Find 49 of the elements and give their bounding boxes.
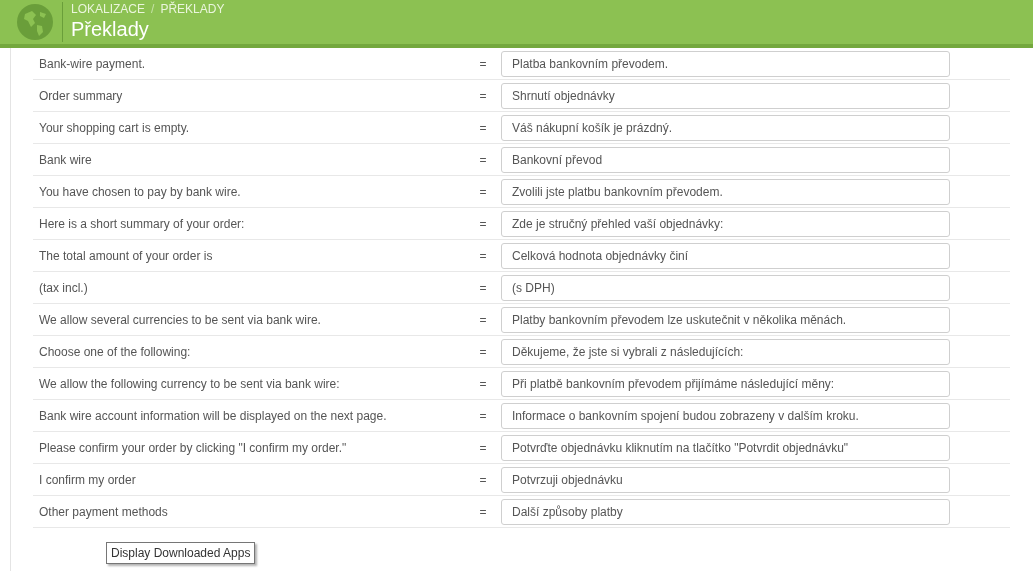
translation-field[interactable]: Zde je stručný přehled vaší objednávky: bbox=[501, 210, 950, 237]
source-text: You have chosen to pay by bank wire. bbox=[38, 183, 242, 201]
translation-field[interactable]: Platby bankovním převodem lze uskutečnit v několika měnách. bbox=[501, 306, 950, 333]
source-text: I confirm my order bbox=[38, 471, 137, 489]
translation-field[interactable]: Platba bankovním převodem. bbox=[501, 50, 950, 77]
equals-sign: = bbox=[478, 471, 488, 489]
breadcrumb-separator: / bbox=[151, 2, 155, 16]
equals-sign: = bbox=[478, 439, 488, 457]
globe-icon bbox=[17, 4, 53, 40]
equals-sign: = bbox=[478, 375, 488, 393]
translation-field[interactable]: Informace o bankovním spojení budou zobrazeny v dalším kroku. bbox=[501, 402, 950, 429]
source-text: Choose one of the following: bbox=[38, 343, 192, 361]
equals-sign: = bbox=[478, 503, 488, 521]
equals-sign: = bbox=[478, 279, 488, 297]
equals-sign: = bbox=[478, 407, 488, 425]
translation-field[interactable]: Váš nákupní košík je prázdný. bbox=[501, 114, 950, 141]
source-text: Your shopping cart is empty. bbox=[38, 119, 191, 137]
equals-sign: = bbox=[478, 247, 488, 265]
source-text: Bank wire account information will be displayed on the next page. bbox=[38, 407, 388, 425]
equals-sign: = bbox=[478, 119, 488, 137]
translation-field[interactable]: Potvrďte objednávku kliknutím na tlačítko "Potvrdit objednávku" bbox=[501, 434, 950, 461]
page-title: Překlady bbox=[71, 17, 150, 42]
source-text: (tax incl.) bbox=[38, 279, 89, 297]
equals-sign: = bbox=[478, 87, 488, 105]
translation-field[interactable]: (s DPH) bbox=[501, 274, 950, 301]
translation-field[interactable]: Zvolili jste platbu bankovním převodem. bbox=[501, 178, 950, 205]
translation-field[interactable]: Shrnutí objednávky bbox=[501, 82, 950, 109]
translation-field[interactable]: Potvrzuji objednávku bbox=[501, 466, 950, 493]
tooltip: Display Downloaded Apps bbox=[106, 542, 256, 564]
translation-field[interactable]: Při platbě bankovním převodem přijímáme následující měny: bbox=[501, 370, 950, 397]
equals-sign: = bbox=[478, 311, 488, 329]
source-text: Bank-wire payment. bbox=[38, 55, 147, 73]
equals-sign: = bbox=[478, 343, 488, 361]
equals-sign: = bbox=[478, 183, 488, 201]
translation-field[interactable]: Další způsoby platby bbox=[501, 498, 950, 525]
translation-field[interactable]: Děkujeme, že jste si vybrali z následujících: bbox=[501, 338, 950, 365]
equals-sign: = bbox=[478, 151, 488, 169]
source-text: Bank wire bbox=[38, 151, 93, 169]
source-text: Please confirm your order by clicking "I confirm my order." bbox=[38, 439, 348, 457]
equals-sign: = bbox=[478, 55, 488, 73]
source-text: Here is a short summary of your order: bbox=[38, 215, 246, 233]
source-text: Other payment methods bbox=[38, 503, 169, 521]
equals-sign: = bbox=[478, 215, 488, 233]
translation-field[interactable]: Celková hodnota objednávky činí bbox=[501, 242, 950, 269]
source-text: We allow the following currency to be sent via bank wire: bbox=[38, 375, 341, 393]
source-text: We allow several currencies to be sent via bank wire. bbox=[38, 311, 322, 329]
source-text: The total amount of your order is bbox=[38, 247, 214, 265]
translation-field[interactable]: Bankovní převod bbox=[501, 146, 950, 173]
source-text: Order summary bbox=[38, 87, 124, 105]
